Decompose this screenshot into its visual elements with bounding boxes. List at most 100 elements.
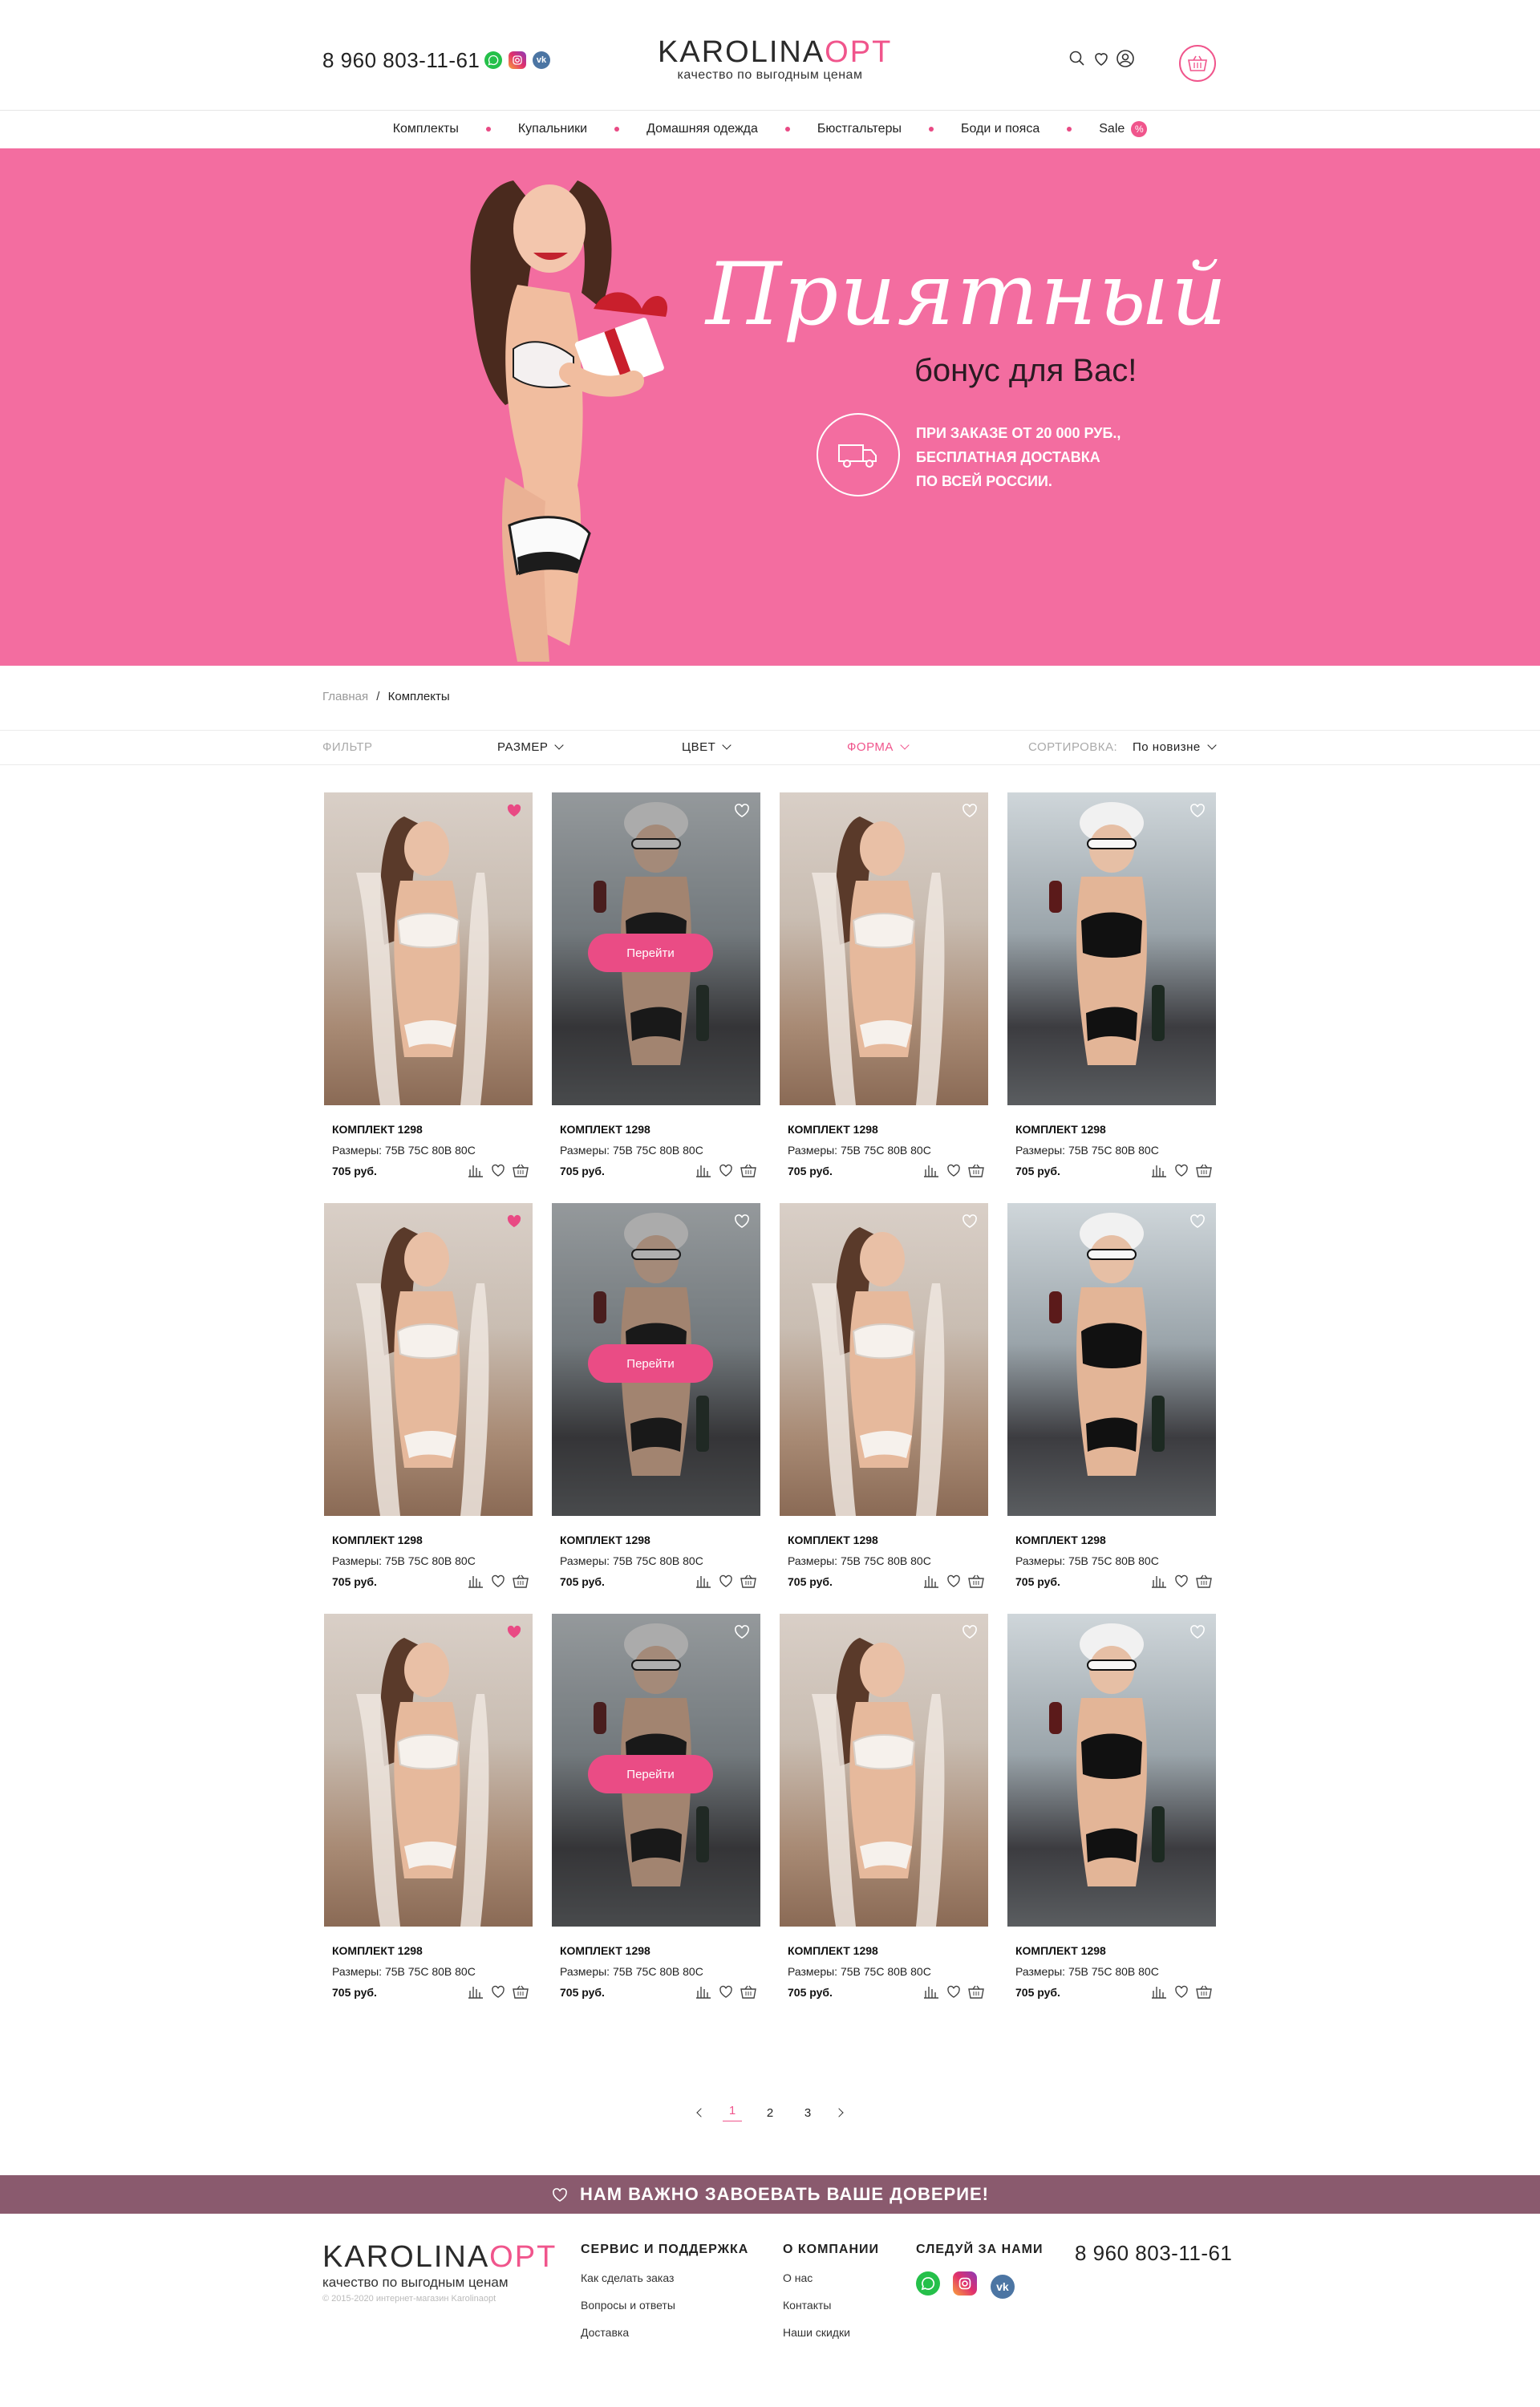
product-name[interactable]: КОМПЛЕКТ 1298 bbox=[332, 1534, 533, 1546]
product-name[interactable]: КОМПЛЕКТ 1298 bbox=[560, 1534, 760, 1546]
product-image[interactable] bbox=[324, 1614, 533, 1927]
product-name[interactable]: КОМПЛЕКТ 1298 bbox=[560, 1944, 760, 1957]
goto-product-button[interactable]: Перейти bbox=[588, 1344, 713, 1383]
filter-size-dropdown[interactable]: РАЗМЕР bbox=[497, 740, 565, 754]
compare-icon[interactable] bbox=[467, 1983, 484, 2000]
footer-phone[interactable]: 8 960 803-11-61 bbox=[1075, 2241, 1232, 2266]
basket-icon[interactable] bbox=[967, 1161, 985, 1179]
product-image[interactable]: Перейти bbox=[552, 1203, 760, 1516]
product-image[interactable]: Перейти bbox=[552, 792, 760, 1105]
product-name[interactable]: КОМПЛЕКТ 1298 bbox=[788, 1944, 988, 1957]
product-card[interactable]: КОМПЛЕКТ 1298 Размеры: 75B 75C 80B 80C 7… bbox=[1007, 792, 1216, 1203]
product-name[interactable]: КОМПЛЕКТ 1298 bbox=[1015, 1123, 1216, 1136]
product-card[interactable]: КОМПЛЕКТ 1298 Размеры: 75B 75C 80B 80C 7… bbox=[324, 792, 533, 1203]
nav-item-bodies[interactable]: Боди и пояса bbox=[934, 122, 1067, 136]
product-card[interactable]: Перейти КОМПЛЕКТ 1298 Размеры: 75B 75C 8… bbox=[552, 1203, 760, 1614]
search-icon[interactable] bbox=[1067, 48, 1088, 69]
product-image[interactable] bbox=[324, 792, 533, 1105]
compare-icon[interactable] bbox=[922, 1572, 940, 1590]
site-logo[interactable]: KAROLINAOPT качество по выгодным ценам bbox=[658, 35, 890, 83]
compare-icon[interactable] bbox=[695, 1161, 712, 1179]
basket-icon[interactable] bbox=[1195, 1572, 1213, 1590]
nav-item-sale[interactable]: Sale% bbox=[1072, 121, 1174, 137]
product-name[interactable]: КОМПЛЕКТ 1298 bbox=[560, 1123, 760, 1136]
heart-icon[interactable] bbox=[1091, 48, 1112, 69]
filter-shape-dropdown[interactable]: ФОРМА bbox=[847, 740, 910, 754]
heart-icon[interactable] bbox=[733, 1623, 751, 1641]
heart-icon[interactable] bbox=[945, 1572, 962, 1590]
product-image[interactable] bbox=[780, 1203, 988, 1516]
heart-icon[interactable] bbox=[717, 1983, 735, 2000]
instagram-icon[interactable] bbox=[509, 51, 526, 69]
heart-icon[interactable] bbox=[961, 1623, 979, 1641]
product-image[interactable] bbox=[324, 1203, 533, 1516]
product-image[interactable] bbox=[780, 792, 988, 1105]
footer-link[interactable]: О нас bbox=[783, 2271, 879, 2284]
basket-icon[interactable] bbox=[740, 1161, 757, 1179]
breadcrumb-home[interactable]: Главная bbox=[322, 690, 368, 703]
basket-icon[interactable] bbox=[1179, 45, 1216, 82]
basket-icon[interactable] bbox=[967, 1983, 985, 2000]
compare-icon[interactable] bbox=[1150, 1983, 1168, 2000]
footer-link[interactable]: Контакты bbox=[783, 2299, 879, 2312]
heart-icon[interactable] bbox=[489, 1572, 507, 1590]
heart-icon[interactable] bbox=[717, 1572, 735, 1590]
chevron-right-icon[interactable] bbox=[834, 2108, 844, 2117]
heart-icon[interactable] bbox=[1189, 802, 1206, 820]
heart-icon[interactable] bbox=[945, 1983, 962, 2000]
heart-icon[interactable] bbox=[961, 1213, 979, 1230]
basket-icon[interactable] bbox=[740, 1983, 757, 2000]
whatsapp-icon[interactable] bbox=[484, 51, 502, 69]
footer-link[interactable]: Наши скидки bbox=[783, 2326, 879, 2339]
page-link[interactable]: 2 bbox=[760, 2106, 780, 2120]
nav-item-bras[interactable]: Бюстгальтеры bbox=[790, 122, 929, 136]
product-name[interactable]: КОМПЛЕКТ 1298 bbox=[788, 1123, 988, 1136]
product-card[interactable]: Перейти КОМПЛЕКТ 1298 Размеры: 75B 75C 8… bbox=[552, 792, 760, 1203]
chevron-left-icon[interactable] bbox=[696, 2108, 706, 2117]
product-name[interactable]: КОМПЛЕКТ 1298 bbox=[1015, 1944, 1216, 1957]
heart-icon[interactable] bbox=[733, 1213, 751, 1230]
page-link[interactable]: 1 bbox=[723, 2104, 742, 2121]
compare-icon[interactable] bbox=[1150, 1161, 1168, 1179]
heart-icon[interactable] bbox=[945, 1161, 962, 1179]
product-card[interactable]: КОМПЛЕКТ 1298 Размеры: 75B 75C 80B 80C 7… bbox=[780, 1203, 988, 1614]
basket-icon[interactable] bbox=[967, 1572, 985, 1590]
heart-icon[interactable] bbox=[1173, 1983, 1190, 2000]
product-card[interactable]: КОМПЛЕКТ 1298 Размеры: 75B 75C 80B 80C 7… bbox=[1007, 1203, 1216, 1614]
product-name[interactable]: КОМПЛЕКТ 1298 bbox=[332, 1123, 533, 1136]
user-icon[interactable] bbox=[1115, 48, 1136, 69]
sort-dropdown[interactable]: По новизне bbox=[1133, 740, 1217, 754]
heart-icon[interactable] bbox=[489, 1161, 507, 1179]
heart-icon[interactable] bbox=[505, 1213, 523, 1230]
basket-icon[interactable] bbox=[512, 1572, 529, 1590]
basket-icon[interactable] bbox=[512, 1161, 529, 1179]
heart-icon[interactable] bbox=[1173, 1572, 1190, 1590]
footer-link[interactable]: Вопросы и ответы bbox=[581, 2299, 748, 2312]
product-card[interactable]: КОМПЛЕКТ 1298 Размеры: 75B 75C 80B 80C 7… bbox=[324, 1203, 533, 1614]
heart-icon[interactable] bbox=[1173, 1161, 1190, 1179]
basket-icon[interactable] bbox=[1195, 1161, 1213, 1179]
instagram-icon[interactable] bbox=[953, 2271, 978, 2296]
heart-icon[interactable] bbox=[961, 802, 979, 820]
heart-icon[interactable] bbox=[505, 1623, 523, 1641]
goto-product-button[interactable]: Перейти bbox=[588, 934, 713, 972]
goto-product-button[interactable]: Перейти bbox=[588, 1755, 713, 1793]
compare-icon[interactable] bbox=[695, 1983, 712, 2000]
product-card[interactable]: КОМПЛЕКТ 1298 Размеры: 75B 75C 80B 80C 7… bbox=[1007, 1614, 1216, 2024]
heart-icon[interactable] bbox=[1189, 1623, 1206, 1641]
product-image[interactable]: Перейти bbox=[552, 1614, 760, 1927]
promo-banner[interactable]: Приятный бонус для Вас! При заказе от 20… bbox=[0, 148, 1540, 666]
product-image[interactable] bbox=[1007, 1203, 1216, 1516]
nav-item-swimwear[interactable]: Купальники bbox=[491, 122, 614, 136]
page-link[interactable]: 3 bbox=[798, 2106, 817, 2120]
heart-icon[interactable] bbox=[1189, 1213, 1206, 1230]
compare-icon[interactable] bbox=[1150, 1572, 1168, 1590]
compare-icon[interactable] bbox=[922, 1161, 940, 1179]
heart-icon[interactable] bbox=[505, 802, 523, 820]
product-name[interactable]: КОМПЛЕКТ 1298 bbox=[332, 1944, 533, 1957]
compare-icon[interactable] bbox=[695, 1572, 712, 1590]
product-card[interactable]: КОМПЛЕКТ 1298 Размеры: 75B 75C 80B 80C 7… bbox=[780, 1614, 988, 2024]
vk-icon[interactable]: vk bbox=[990, 2275, 1015, 2299]
nav-item-homewear[interactable]: Домашняя одежда bbox=[619, 122, 785, 136]
footer-logo[interactable]: KAROLINAOPT качество по выгодным ценам ©… bbox=[322, 2240, 557, 2304]
